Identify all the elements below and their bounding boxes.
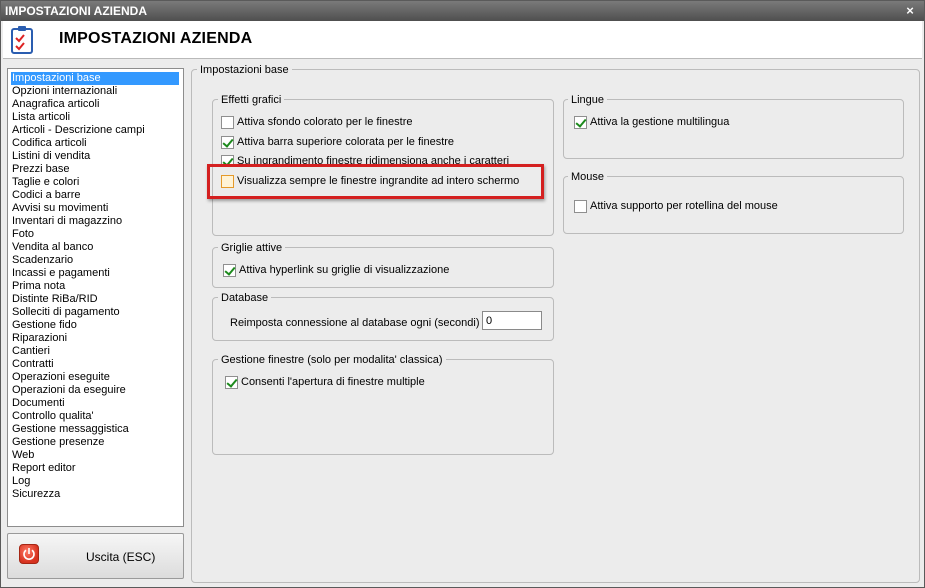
highlight-annotation	[207, 164, 544, 199]
nav-item[interactable]: Solleciti di pagamento	[8, 306, 183, 319]
nav-item[interactable]: Web	[8, 449, 183, 462]
nav-item[interactable]: Documenti	[8, 397, 183, 410]
power-icon	[19, 544, 39, 564]
nav-item[interactable]: Gestione presenze	[8, 436, 183, 449]
nav-item[interactable]: Report editor	[8, 462, 183, 475]
checkbox-row[interactable]: Attiva la gestione multilingua	[574, 116, 729, 130]
nav-item[interactable]: Riparazioni	[8, 332, 183, 345]
group-caption-effetti-grafici: Effetti grafici	[218, 94, 285, 106]
database-reconnect-label: Reimposta connessione al database ogni (…	[230, 317, 486, 329]
nav-item[interactable]: Contratti	[8, 358, 183, 371]
nav-item[interactable]: Gestione fido	[8, 319, 183, 332]
nav-item[interactable]: Opzioni internazionali	[8, 85, 183, 98]
close-icon[interactable]: ×	[903, 1, 917, 21]
checkbox-hyperlink-griglie[interactable]	[223, 264, 236, 277]
checkbox-multilingua[interactable]	[574, 116, 587, 129]
group-caption-griglie-attive: Griglie attive	[218, 242, 286, 254]
nav-item[interactable]: Vendita al banco	[8, 241, 183, 254]
checkbox-finestre-multiple[interactable]	[225, 376, 238, 389]
checkbox-label: Attiva supporto per rotellina del mouse	[590, 200, 778, 212]
group-caption-lingue: Lingue	[568, 94, 608, 106]
nav-item[interactable]: Incassi e pagamenti	[8, 267, 183, 280]
nav-item[interactable]: Distinte RiBa/RID	[8, 293, 183, 306]
page-title: IMPOSTAZIONI AZIENDA	[59, 30, 253, 47]
nav-item[interactable]: Operazioni da eseguire	[8, 384, 183, 397]
window-title: IMPOSTAZIONI AZIENDA	[5, 4, 147, 18]
checkbox-row[interactable]: Attiva supporto per rotellina del mouse	[574, 200, 778, 214]
settings-nav-list: Impostazioni base Opzioni internazionali…	[7, 68, 184, 527]
checkbox-barra-superiore[interactable]	[221, 136, 234, 149]
nav-item[interactable]: Codici a barre	[8, 189, 183, 202]
checkbox-label: Consenti l'apertura di finestre multiple	[241, 376, 425, 388]
exit-button-label: Uscita (ESC)	[86, 550, 156, 564]
nav-item[interactable]: Prezzi base	[8, 163, 183, 176]
nav-item-impostazioni-base[interactable]: Impostazioni base	[11, 72, 179, 85]
nav-item[interactable]: Lista articoli	[8, 111, 183, 124]
group-caption-gestione-finestre: Gestione finestre (solo per modalita' cl…	[218, 354, 446, 366]
gestione-finestre-group	[212, 359, 554, 455]
checkbox-row[interactable]: Attiva sfondo colorato per le finestre	[221, 116, 412, 130]
nav-item[interactable]: Articoli - Descrizione campi	[8, 124, 183, 137]
settings-window: IMPOSTAZIONI AZIENDA × IMPOSTAZIONI AZIE…	[0, 0, 925, 588]
checkbox-row[interactable]: Consenti l'apertura di finestre multiple	[225, 376, 425, 390]
checkbox-rotellina-mouse[interactable]	[574, 200, 587, 213]
nav-item[interactable]: Gestione messaggistica	[8, 423, 183, 436]
nav-item[interactable]: Anagrafica articoli	[8, 98, 183, 111]
checklist-icon	[11, 26, 33, 54]
nav-item[interactable]: Operazioni eseguite	[8, 371, 183, 384]
nav-item[interactable]: Scadenzario	[8, 254, 183, 267]
checkbox-row[interactable]: Attiva barra superiore colorata per le f…	[221, 136, 454, 150]
nav-item[interactable]: Cantieri	[8, 345, 183, 358]
group-caption-impostazioni-base: Impostazioni base	[197, 64, 292, 76]
nav-item[interactable]: Taglie e colori	[8, 176, 183, 189]
checkbox-row[interactable]: Attiva hyperlink su griglie di visualizz…	[223, 264, 449, 278]
checkbox-label: Attiva la gestione multilingua	[590, 116, 730, 128]
nav-item[interactable]: Listini di vendita	[8, 150, 183, 163]
nav-item[interactable]: Log	[8, 475, 183, 488]
checkbox-sfondo-colorato[interactable]	[221, 116, 234, 129]
nav-item[interactable]: Prima nota	[8, 280, 183, 293]
group-caption-database: Database	[218, 292, 272, 304]
checkbox-label: Attiva barra superiore colorata per le f…	[237, 136, 455, 148]
exit-button[interactable]: Uscita (ESC)	[7, 533, 184, 579]
checkbox-label: Attiva sfondo colorato per le finestre	[237, 116, 413, 128]
nav-item[interactable]: Codifica articoli	[8, 137, 183, 150]
checkbox-label: Attiva hyperlink su griglie di visualizz…	[239, 264, 450, 276]
title-bar: IMPOSTAZIONI AZIENDA ×	[1, 1, 924, 21]
nav-item[interactable]: Inventari di magazzino	[8, 215, 183, 228]
group-caption-mouse: Mouse	[568, 171, 608, 183]
database-reconnect-seconds-input[interactable]	[482, 311, 542, 330]
nav-item[interactable]: Foto	[8, 228, 183, 241]
nav-item[interactable]: Controllo qualita'	[8, 410, 183, 423]
nav-item[interactable]: Avvisi su movimenti	[8, 202, 183, 215]
nav-item[interactable]: Sicurezza	[8, 488, 183, 501]
page-header: IMPOSTAZIONI AZIENDA	[3, 21, 922, 59]
